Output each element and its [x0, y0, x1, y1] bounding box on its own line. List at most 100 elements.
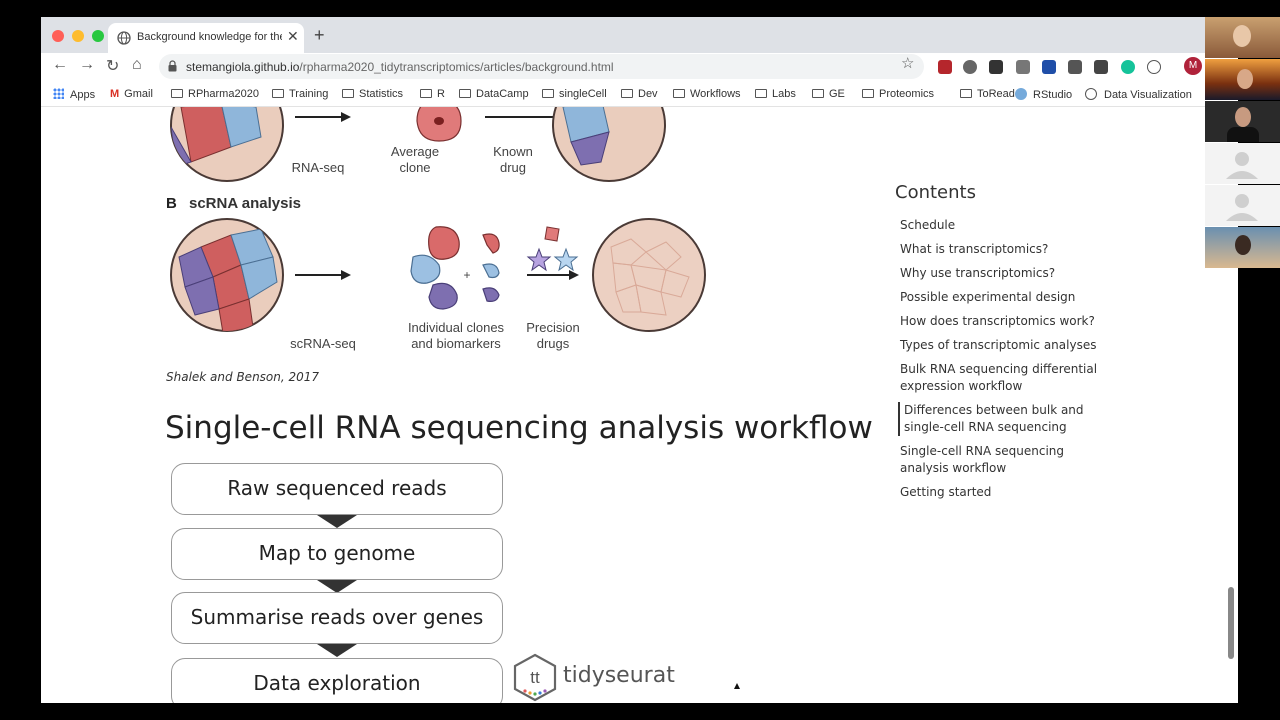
- star-icon[interactable]: ☆: [901, 54, 914, 72]
- url-text: stemangiola.github.io/rpharma2020_tidytr…: [186, 60, 614, 74]
- bookmark-training[interactable]: Training: [272, 88, 328, 100]
- browser-tab[interactable]: Background knowledge for the ✕: [108, 23, 304, 53]
- bookmark-rpharma2020[interactable]: RPharma2020: [171, 88, 259, 100]
- extension-list-icon[interactable]: [1094, 60, 1108, 74]
- participant-video-1[interactable]: [1205, 17, 1280, 58]
- bookmark-proteomics[interactable]: Proteomics: [862, 88, 934, 100]
- profile-avatar[interactable]: M: [1184, 57, 1202, 75]
- screen: Background knowledge for the ✕ + ← → ↻ ⌂…: [0, 0, 1280, 720]
- folder-icon: [171, 89, 183, 98]
- bookmark-workflows[interactable]: Workflows: [673, 88, 741, 100]
- toc-item-experimental-design[interactable]: Possible experimental design: [900, 289, 1115, 306]
- extension-code-icon[interactable]: [1068, 60, 1082, 74]
- bookmark-datacamp[interactable]: DataCamp: [459, 88, 529, 100]
- window-minimize-button[interactable]: [72, 30, 84, 42]
- toc-item-what-is-transcriptomics[interactable]: What is transcriptomics?: [900, 241, 1115, 258]
- toc-item-how-transcriptomics-works[interactable]: How does transcriptomics work?: [900, 313, 1115, 330]
- toc-title: Contents: [895, 182, 976, 203]
- scrnaseq-label: scRNA-seq: [290, 336, 356, 351]
- folder-icon: [542, 89, 554, 98]
- bookmark-statistics[interactable]: Statistics: [342, 88, 403, 100]
- browser-window: Background knowledge for the ✕ + ← → ↻ ⌂…: [41, 17, 1238, 703]
- individual-clones-label-line1: Individual clones: [408, 320, 505, 335]
- toc-item-bulk-vs-single-cell[interactable]: Differences between bulk and single-cell…: [898, 402, 1115, 436]
- purple-clone-cell-small: [482, 287, 500, 302]
- precision-drugs-label-line1: Precision: [526, 320, 579, 335]
- window-maximize-button[interactable]: [92, 30, 104, 42]
- folder-icon: [755, 89, 767, 98]
- extension-cap-icon[interactable]: [1042, 60, 1056, 74]
- folder-icon: [960, 89, 972, 98]
- healthy-tissue: [592, 218, 706, 332]
- toc-item-types-of-analyses[interactable]: Types of transcriptomic analyses: [900, 337, 1115, 354]
- tidyseurat-hex-mark: tt: [530, 668, 540, 687]
- bookmark-data-visualization[interactable]: Data Visualization: [1085, 88, 1192, 101]
- mouse-cursor: [734, 683, 740, 689]
- lock-icon: [168, 60, 177, 72]
- extension-circle-icon[interactable]: [963, 60, 977, 74]
- back-arrow-icon[interactable]: ←: [52, 56, 68, 74]
- tab-title: Background knowledge for the: [137, 31, 282, 43]
- bookmark-labs[interactable]: Labs: [755, 88, 796, 100]
- participant-video-6[interactable]: [1205, 227, 1280, 268]
- scrollbar-thumb[interactable]: [1228, 587, 1234, 659]
- page-content: RNA-seq Average clone Known drug B scRNA…: [41, 107, 1238, 703]
- folder-icon: [673, 89, 685, 98]
- participant-video-2[interactable]: [1205, 59, 1280, 100]
- workflow-step-raw-reads: Raw sequenced reads: [171, 463, 503, 515]
- address-bar[interactable]: stemangiola.github.io/rpharma2020_tidytr…: [159, 54, 924, 79]
- bookmark-apps[interactable]: Apps: [53, 88, 95, 101]
- tidyseurat-logo: tt tidyseurat: [511, 653, 675, 703]
- bookmark-gmail[interactable]: M Gmail: [110, 88, 153, 100]
- folder-icon: [812, 89, 824, 98]
- folder-icon: [420, 89, 432, 98]
- toc-item-schedule[interactable]: Schedule: [900, 217, 1115, 234]
- bookmark-rstudio[interactable]: RStudio: [1015, 88, 1072, 101]
- extension-g-icon[interactable]: [1016, 60, 1030, 74]
- bookmarks-bar: Apps M Gmail RPharma2020 Training Statist…: [41, 81, 1238, 107]
- home-icon[interactable]: ⌂: [132, 56, 142, 74]
- blue-clone-cell: [410, 254, 441, 284]
- bookmark-r[interactable]: R: [420, 88, 445, 100]
- average-clone-label-line1: Average: [391, 144, 439, 159]
- forward-arrow-icon[interactable]: →: [79, 56, 95, 74]
- section-heading: Single-cell RNA sequencing analysis work…: [165, 410, 873, 446]
- toc-item-why-use-transcriptomics[interactable]: Why use transcriptomics?: [900, 265, 1115, 282]
- plus-sign: +: [463, 268, 470, 282]
- individual-clones-label-line2: and biomarkers: [411, 336, 501, 351]
- red-clone-cell-small: [482, 233, 500, 254]
- reload-icon[interactable]: ↻: [106, 56, 119, 76]
- extension-shield-icon[interactable]: [938, 60, 952, 74]
- bookmark-ge[interactable]: GE: [812, 88, 845, 100]
- bookmark-dev[interactable]: Dev: [621, 88, 658, 100]
- extension-lock-icon[interactable]: [989, 60, 1003, 74]
- workflow-step-summarise-reads: Summarise reads over genes: [171, 592, 503, 644]
- participant-video-5[interactable]: [1205, 185, 1280, 226]
- bulk-vs-single-cell-figure: RNA-seq Average clone Known drug B scRNA…: [161, 107, 706, 367]
- person-placeholder-icon: [1226, 194, 1258, 221]
- blue-clone-cell-small: [482, 263, 500, 279]
- participant-face: [1233, 25, 1251, 47]
- panel-b-letter: B: [166, 195, 177, 212]
- close-icon[interactable]: ✕: [287, 28, 299, 45]
- folder-icon: [459, 89, 471, 98]
- participant-video-3[interactable]: [1205, 101, 1280, 142]
- rstudio-icon: [1015, 88, 1027, 100]
- precision-drugs-label-line2: drugs: [537, 336, 570, 351]
- figure-caption: Shalek and Benson, 2017: [166, 370, 320, 384]
- bookmark-toread[interactable]: ToRead: [960, 88, 1015, 100]
- toc-item-bulk-workflow[interactable]: Bulk RNA sequencing differential express…: [900, 361, 1115, 395]
- toc-item-getting-started[interactable]: Getting started: [900, 484, 1115, 501]
- participant-face: [1235, 107, 1251, 127]
- gmail-icon: M: [110, 88, 120, 100]
- person-placeholder-icon: [1226, 152, 1258, 179]
- info-icon[interactable]: [1147, 60, 1161, 74]
- tidyseurat-logo-text: tidyseurat: [563, 663, 675, 688]
- workflow-arrow: [317, 515, 357, 528]
- window-close-button[interactable]: [52, 30, 64, 42]
- grammarly-icon[interactable]: [1121, 60, 1135, 74]
- bookmark-singlecell[interactable]: singleCell: [542, 88, 607, 100]
- new-tab-button[interactable]: +: [314, 25, 325, 46]
- toc-item-single-cell-workflow[interactable]: Single-cell RNA sequencing analysis work…: [900, 443, 1115, 477]
- participant-video-4[interactable]: [1205, 143, 1280, 184]
